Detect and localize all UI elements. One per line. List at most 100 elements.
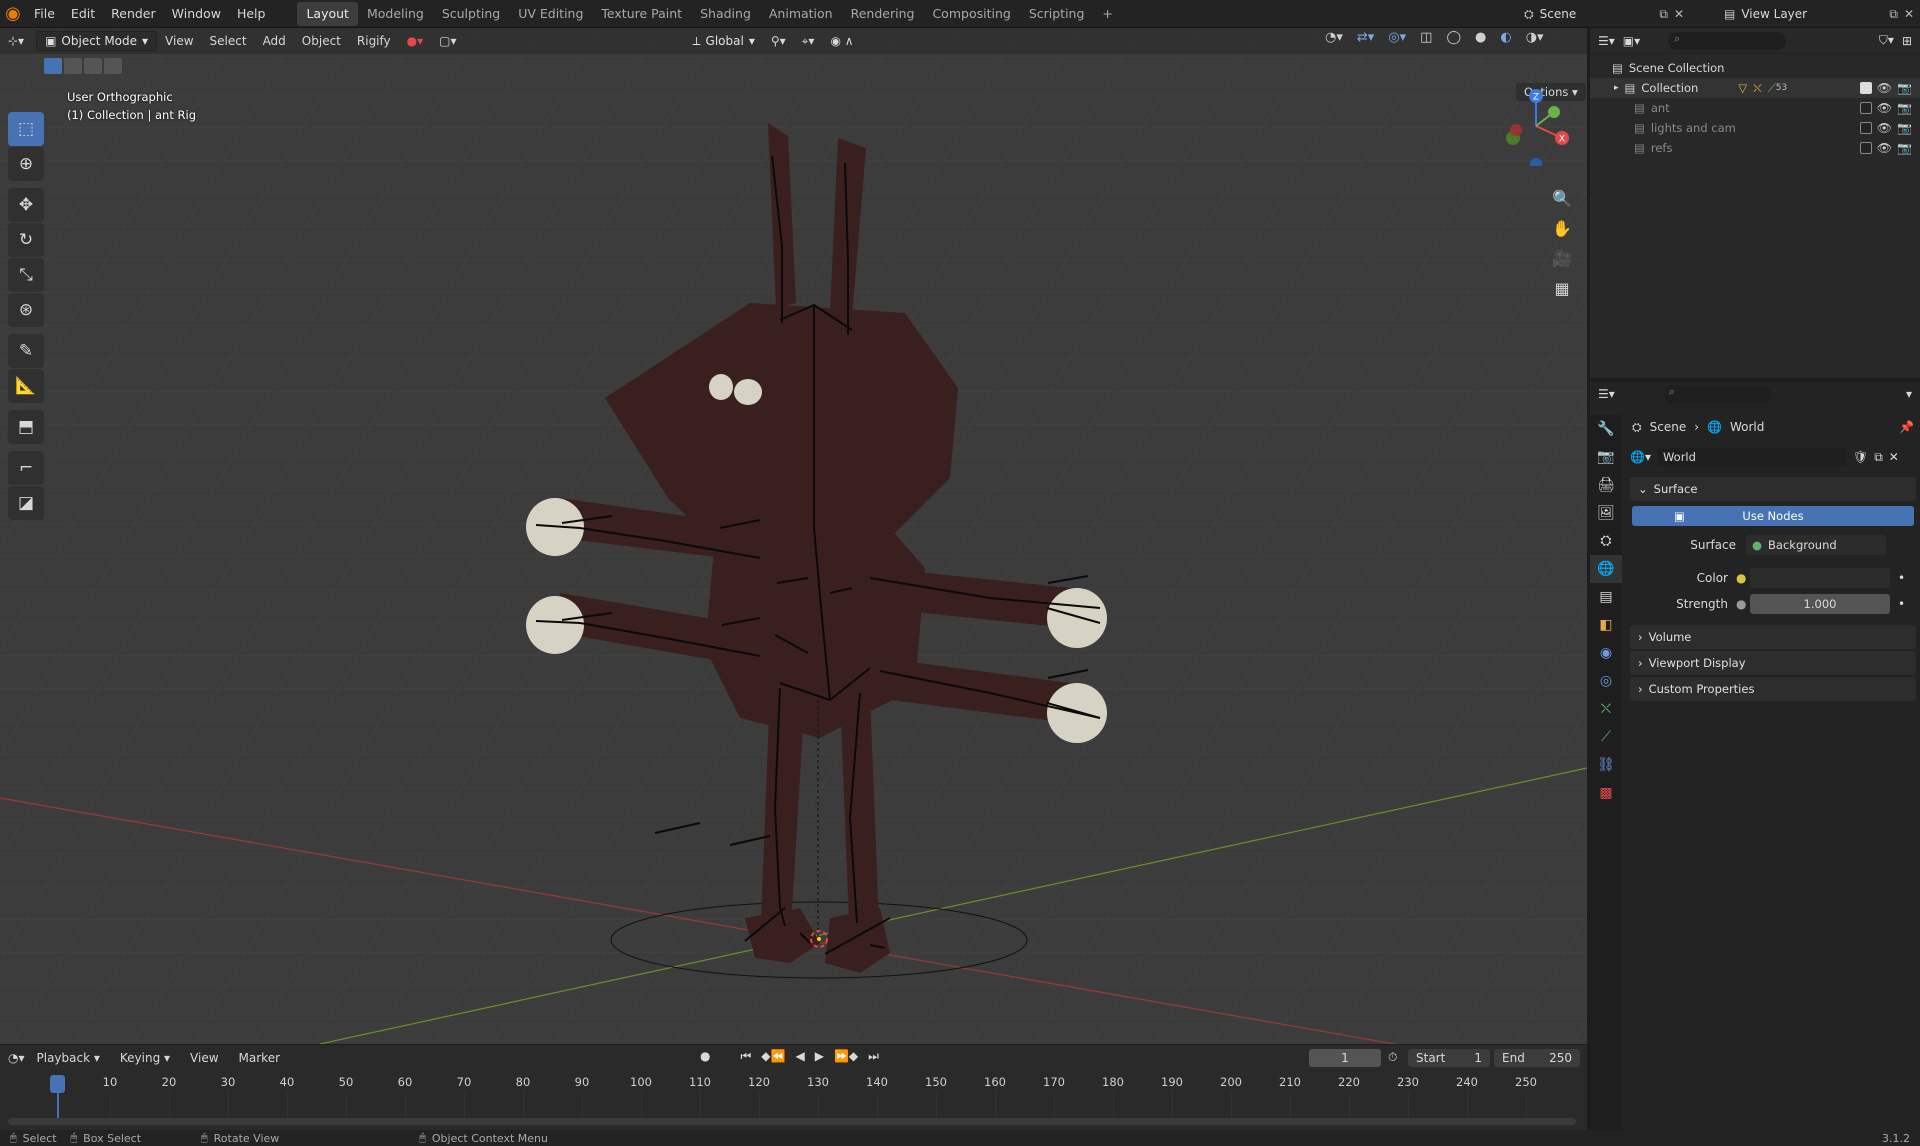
- object-data-tab-icon[interactable]: ⛌: [1590, 695, 1622, 723]
- use-nodes-button[interactable]: ▣ Use Nodes: [1632, 506, 1914, 526]
- exclude-checkbox[interactable]: [1860, 122, 1872, 134]
- exclude-checkbox[interactable]: [1860, 142, 1872, 154]
- neg-x-axis-icon[interactable]: [1510, 124, 1522, 136]
- add-cube-tool[interactable]: ⬒: [8, 410, 44, 444]
- transform-orientation-dropdown[interactable]: ⟂ Global ▾: [685, 31, 763, 51]
- navigation-gizmo[interactable]: Z X: [1496, 86, 1576, 166]
- exclude-checkbox[interactable]: [1860, 102, 1872, 114]
- surface-panel-header[interactable]: ⌄ Surface: [1630, 477, 1916, 501]
- custom-properties-panel-header[interactable]: › Custom Properties: [1630, 677, 1916, 701]
- gizmo-icon[interactable]: ⇄▾: [1357, 30, 1374, 45]
- annotate-tool[interactable]: ✎: [8, 334, 44, 368]
- pan-hand-icon[interactable]: ✋: [1547, 214, 1577, 242]
- editor-type-icon[interactable]: ⊹▾: [0, 29, 32, 53]
- wireframe-shading-icon[interactable]: ◯: [1446, 30, 1461, 45]
- color-swatch[interactable]: [1750, 568, 1890, 588]
- expand-arrow-icon[interactable]: ▸: [1614, 83, 1619, 93]
- copy-icon[interactable]: ⧉: [1874, 450, 1883, 465]
- scale-tool[interactable]: ⤡: [8, 258, 44, 292]
- keyframe-dot-icon[interactable]: •: [1898, 597, 1905, 611]
- menu-rigify[interactable]: Rigify: [349, 29, 399, 53]
- close-icon[interactable]: ✕: [1904, 7, 1914, 21]
- strength-field[interactable]: 1.000: [1750, 594, 1890, 614]
- outliner-search-input[interactable]: ⌕: [1668, 31, 1787, 50]
- zoom-icon[interactable]: 🔍: [1547, 184, 1577, 212]
- constraint-tab-icon[interactable]: ⛓: [1590, 751, 1622, 779]
- world-tab-icon[interactable]: 🌐: [1590, 555, 1622, 583]
- menu-window[interactable]: Window: [164, 0, 229, 28]
- render-camera-icon[interactable]: 📷: [1897, 101, 1912, 115]
- outliner-scene-collection[interactable]: ▤ Scene Collection: [1590, 58, 1920, 78]
- snapping-icon[interactable]: ⌖▾: [794, 29, 823, 53]
- collection-tab-icon[interactable]: ▤: [1590, 583, 1622, 611]
- solid-shading-icon[interactable]: ●: [1475, 30, 1486, 45]
- outliner-item-collection[interactable]: ▸ ▤ Collection ▽ ⛌ ⟋ 53 👁 📷: [1590, 78, 1920, 98]
- y-axis-icon[interactable]: [1548, 106, 1560, 118]
- tab-uv-editing[interactable]: UV Editing: [509, 2, 592, 26]
- ortho-grid-icon[interactable]: ▦: [1547, 274, 1577, 302]
- outliner-item-ant[interactable]: ▤ ant 👁 📷: [1590, 98, 1920, 118]
- material-shading-icon[interactable]: ◐: [1500, 30, 1511, 45]
- eye-icon[interactable]: 👁: [1877, 141, 1892, 155]
- add-workspace-button[interactable]: +: [1093, 2, 1121, 26]
- render-camera-icon[interactable]: 📷: [1897, 121, 1912, 135]
- menu-select[interactable]: Select: [202, 29, 255, 53]
- menu-render[interactable]: Render: [103, 0, 164, 28]
- render-camera-icon[interactable]: 📷: [1897, 141, 1912, 155]
- display-mode-icon[interactable]: ▣▾: [1623, 34, 1640, 48]
- eye-icon[interactable]: 👁: [1877, 121, 1892, 135]
- transform-tool[interactable]: ⊛: [8, 293, 44, 327]
- scene-tab-icon[interactable]: ⛭: [1590, 527, 1622, 555]
- volume-panel-header[interactable]: › Volume: [1630, 625, 1916, 649]
- close-icon[interactable]: ✕: [1889, 450, 1899, 464]
- view-layer-selector[interactable]: ▤ View Layer ⧉ ✕: [1724, 3, 1914, 25]
- world-name-field[interactable]: World: [1656, 448, 1847, 466]
- select-new-icon[interactable]: [44, 58, 62, 74]
- mode-dropdown[interactable]: ▣ Object Mode ▾: [36, 31, 158, 51]
- proportional-edit-icon[interactable]: ◉ ∧: [822, 29, 861, 53]
- timeline-scrollbar[interactable]: [8, 1118, 1576, 1125]
- select-subtract-icon[interactable]: [84, 58, 102, 74]
- rotate-tool[interactable]: ↻: [8, 223, 44, 257]
- playhead[interactable]: [50, 1075, 65, 1093]
- close-icon[interactable]: ✕: [1674, 7, 1684, 21]
- rendered-shading-icon[interactable]: ◑▾: [1526, 30, 1544, 45]
- exclude-checkbox[interactable]: [1860, 82, 1872, 94]
- select-intersect-icon[interactable]: [104, 58, 122, 74]
- overlay-icon[interactable]: ◎▾: [1388, 30, 1406, 45]
- tab-rendering[interactable]: Rendering: [842, 2, 924, 26]
- surface-shader-dropdown[interactable]: ● Background: [1746, 535, 1886, 555]
- tab-sculpting[interactable]: Sculpting: [433, 2, 509, 26]
- properties-search-input[interactable]: ⌕: [1662, 385, 1771, 403]
- bone-tab-icon[interactable]: ⟋: [1590, 723, 1622, 751]
- gizmo-toggle-icon[interactable]: ●▾: [399, 29, 432, 53]
- scene-selector[interactable]: ⛭ Scene ⧉ ✕: [1524, 3, 1684, 25]
- menu-object[interactable]: Object: [294, 29, 349, 53]
- menu-add[interactable]: Add: [255, 29, 294, 53]
- keyframe-dot-icon[interactable]: •: [1898, 571, 1905, 585]
- cursor-tool[interactable]: ⊕: [8, 147, 44, 181]
- select-extend-icon[interactable]: [64, 58, 82, 74]
- tab-animation[interactable]: Animation: [760, 2, 842, 26]
- menu-file[interactable]: File: [26, 0, 63, 28]
- texture-tab-icon[interactable]: ▩: [1590, 779, 1622, 807]
- eye-icon[interactable]: 👁: [1877, 101, 1892, 115]
- neg-z-axis-icon[interactable]: [1530, 158, 1542, 166]
- editor-type-icon[interactable]: ☰▾: [1598, 34, 1615, 48]
- tab-shading[interactable]: Shading: [691, 2, 760, 26]
- tab-layout[interactable]: Layout: [297, 1, 358, 26]
- filter-icon[interactable]: ⛉▾: [1879, 33, 1894, 48]
- copy-icon[interactable]: ⧉: [1889, 7, 1898, 22]
- eye-icon[interactable]: 👁: [1877, 81, 1892, 95]
- menu-edit[interactable]: Edit: [63, 0, 103, 28]
- select-box-tool[interactable]: ⬚: [8, 112, 44, 146]
- tool-tab-icon[interactable]: 🔧: [1590, 415, 1622, 443]
- outliner-item-refs[interactable]: ▤ refs 👁 📷: [1590, 138, 1920, 158]
- tab-texture-paint[interactable]: Texture Paint: [592, 2, 691, 26]
- view-layer-tab-icon[interactable]: 🖼: [1590, 499, 1622, 527]
- visibility-icon[interactable]: ◔▾: [1325, 30, 1343, 45]
- editor-type-icon[interactable]: ☰▾: [1598, 387, 1615, 401]
- outliner-item-lights-and-cam[interactable]: ▤ lights and cam 👁 📷: [1590, 118, 1920, 138]
- envelope-tool[interactable]: ◪: [8, 486, 44, 520]
- xray-icon[interactable]: ◫: [1420, 30, 1432, 45]
